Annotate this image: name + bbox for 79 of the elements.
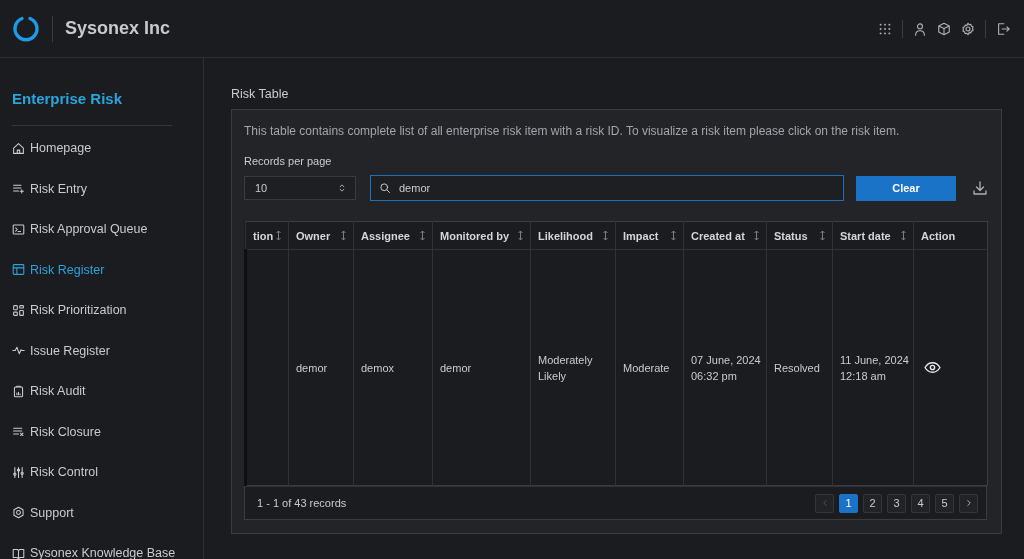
updown-chevron-icon	[337, 183, 347, 193]
page-button[interactable]: 3	[887, 493, 906, 513]
sidebar-item[interactable]: Support	[12, 505, 74, 520]
table-cell: demor	[296, 361, 328, 374]
records-select[interactable]: 10	[244, 176, 356, 200]
sidebar-item[interactable]: Risk Audit	[12, 384, 86, 399]
download-icon	[972, 180, 988, 196]
table-cell: Moderately Likely	[538, 353, 593, 382]
sort-icon[interactable]	[517, 230, 524, 241]
terminal-icon	[12, 222, 25, 236]
sliders-icon	[12, 465, 25, 479]
company-name: Sysonex Inc	[65, 18, 171, 39]
table-cell: demox	[361, 361, 395, 374]
sidebar-item[interactable]: Sysonex Knowledge Base	[12, 546, 176, 559]
clear-button[interactable]: Clear	[855, 175, 956, 201]
column-header: Likelihood	[538, 229, 593, 242]
sidebar-item[interactable]: Risk Register	[12, 262, 105, 277]
sidebar-item[interactable]: Risk Closure	[12, 424, 101, 439]
page-button[interactable]: 2	[863, 493, 882, 513]
page-button[interactable]: 1	[839, 493, 858, 513]
sort-icon[interactable]	[275, 230, 282, 241]
profile-button[interactable]	[913, 21, 927, 36]
column-header: Action	[921, 229, 956, 242]
sort-icon[interactable]	[753, 230, 760, 241]
sort-icon[interactable]	[819, 230, 826, 241]
search-field[interactable]: demor	[370, 175, 844, 201]
page-button[interactable]: 4	[911, 493, 930, 513]
book-icon	[12, 546, 25, 559]
table-cell: 11 June, 2024 12:18 am	[840, 353, 909, 382]
list-remove-icon	[12, 425, 25, 439]
cube-icon	[937, 21, 951, 36]
apps-button[interactable]	[878, 21, 892, 36]
user-icon	[913, 21, 927, 36]
column-header: Created at	[691, 229, 745, 242]
table-cell: Moderate	[623, 361, 670, 374]
table-cell: 07 June, 2024 06:32 pm	[691, 353, 761, 382]
hexagon-icon	[12, 506, 25, 520]
table-cell: demor	[440, 361, 472, 374]
column-header: Impact	[623, 229, 659, 242]
sidebar-item[interactable]: Risk Control	[12, 465, 99, 480]
sidebar-item[interactable]: Risk Entry	[12, 181, 87, 196]
sidebar-item[interactable]: Risk Prioritization	[12, 303, 127, 318]
table-cell: Resolved	[774, 361, 820, 374]
settings-button[interactable]	[961, 21, 975, 36]
sort-icon[interactable]	[419, 230, 426, 241]
column-header: Status	[774, 229, 808, 242]
table-description: This table contains complete list of all enterprise risk item with a risk ID. To visualize a risk item please click on the risk item.	[244, 124, 901, 138]
list-add-icon	[12, 182, 25, 196]
apps-icon	[878, 21, 892, 36]
column-header: Owner	[296, 229, 331, 242]
page-button[interactable]: 5	[935, 493, 954, 513]
eye-icon	[924, 359, 941, 376]
settings-icon	[961, 21, 975, 36]
logo-icon	[12, 14, 40, 43]
sidebar-item[interactable]: Homepage	[12, 141, 92, 156]
records-label: Records per page	[244, 155, 333, 167]
grid-icon	[12, 303, 25, 317]
section-title: Risk Table	[231, 87, 290, 101]
column-header: Start date	[840, 229, 891, 242]
column-header: Assignee	[361, 229, 410, 242]
table-icon	[12, 263, 25, 277]
logout-icon	[996, 21, 1010, 36]
sort-icon[interactable]	[602, 230, 609, 241]
records-count: 1 - 1 of 43 records	[257, 497, 347, 509]
view-button[interactable]	[924, 359, 941, 376]
sort-icon[interactable]	[900, 230, 907, 241]
sort-icon[interactable]	[670, 230, 677, 241]
search-icon	[379, 182, 391, 194]
section-heading: Enterprise Risk	[12, 90, 172, 126]
download-button[interactable]	[972, 180, 988, 196]
clipboard-icon	[12, 384, 25, 398]
column-header: Monitored by	[440, 229, 510, 242]
logout-button[interactable]	[996, 21, 1010, 36]
sidebar-item[interactable]: Issue Register	[12, 343, 110, 358]
home-icon	[12, 141, 25, 155]
sidebar-item[interactable]: Risk Approval Queue	[12, 222, 148, 237]
sort-icon[interactable]	[340, 230, 347, 241]
column-header: tion	[253, 229, 274, 242]
cube-button[interactable]	[937, 21, 951, 36]
